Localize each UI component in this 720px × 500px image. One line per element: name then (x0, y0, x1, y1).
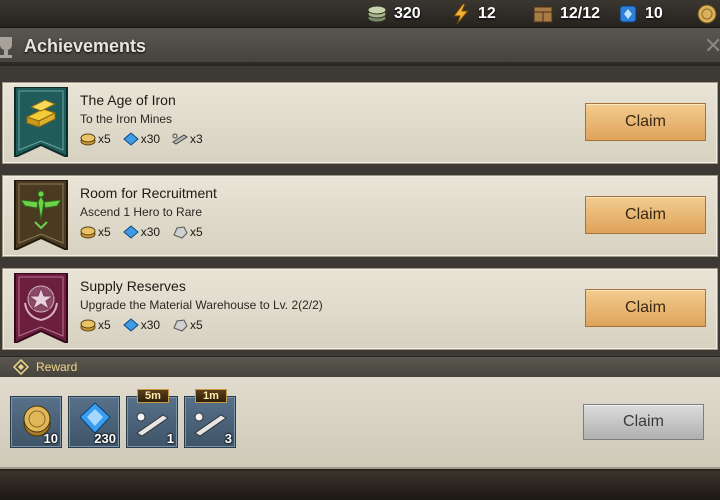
reward-header: Reward (0, 357, 720, 377)
speedup-icon (172, 132, 188, 146)
speedup-icon (133, 407, 171, 446)
trophy-icon (0, 34, 16, 60)
achievement-description: To the Iron Mines (80, 112, 173, 126)
reward-diamond-icon (12, 358, 30, 376)
stone-icon (172, 318, 188, 332)
reward-quantity: 3 (224, 431, 232, 446)
reward-stone: x5 (172, 318, 203, 332)
reward-quantity: 230 (94, 431, 116, 446)
resource-gems[interactable]: 10 (617, 3, 663, 25)
reward-stone: x5 (172, 225, 203, 239)
claim-button[interactable]: Claim (585, 196, 706, 234)
reward-item-speedup-5m[interactable]: 5m 1 (126, 389, 178, 448)
claim-all-button[interactable]: Claim (583, 404, 704, 440)
eagle-icon (13, 179, 69, 252)
achievement-title: Room for Recruitment (80, 185, 217, 201)
claim-button[interactable]: Claim (585, 289, 706, 327)
coin-icon (80, 225, 96, 239)
crates-value: 12/12 (560, 5, 601, 22)
reward-gems: x30 (122, 318, 160, 332)
reward-coins: x5 (80, 225, 111, 239)
reward-item-speedup-1m[interactable]: 1m 3 (184, 389, 236, 448)
coin-icon (80, 132, 96, 146)
gems-value: 10 (645, 5, 663, 22)
resource-energy[interactable]: 12 (450, 3, 496, 25)
achievement-description: Upgrade the Material Warehouse to Lv. 2(… (80, 298, 323, 312)
gem-icon (122, 132, 139, 146)
reward-item-gems[interactable]: 230 (68, 396, 120, 448)
gold-coin-icon (696, 3, 718, 25)
duration-tag: 5m (137, 389, 169, 403)
resource-gold[interactable] (696, 3, 718, 25)
coin-icon (80, 318, 96, 332)
gem-icon (617, 3, 639, 25)
reward-coins: x5 (80, 318, 111, 332)
achievement-title: Supply Reserves (80, 278, 186, 294)
reward-coins: x5 (80, 132, 111, 146)
reward-gems: x30 (122, 225, 160, 239)
gem-icon (122, 225, 139, 239)
reward-quantity: 10 (43, 431, 58, 446)
stone-icon (172, 225, 188, 239)
gem-icon (122, 318, 139, 332)
achievement-rewards: x5 x30 x3 (80, 132, 203, 146)
gold-bars-icon (13, 86, 69, 159)
achievement-card-supply-reserves: Supply Reserves Upgrade the Material War… (2, 268, 718, 350)
achievement-rewards: x5 x30 x5 (80, 318, 203, 332)
achievement-card-room-for-recruitment: Room for Recruitment Ascend 1 Hero to Ra… (2, 175, 718, 257)
achievement-card-age-of-iron: The Age of Iron To the Iron Mines x5 x30… (2, 82, 718, 164)
background-strip (0, 471, 720, 500)
energy-value: 12 (478, 5, 496, 22)
reward-gems: x30 (122, 132, 160, 146)
speedup-icon (191, 407, 229, 446)
resource-bar: 320 12 12/12 10 (0, 0, 720, 28)
claim-button[interactable]: Claim (585, 103, 706, 141)
achievement-rewards: x5 x30 x5 (80, 225, 203, 239)
achievement-list: The Age of Iron To the Iron Mines x5 x30… (0, 66, 720, 356)
coins-value: 320 (394, 5, 421, 22)
crate-icon (532, 3, 554, 25)
achievement-title: The Age of Iron (80, 92, 176, 108)
duration-tag: 1m (195, 389, 227, 403)
lightning-icon (450, 3, 472, 25)
reward-quantity: 1 (166, 431, 174, 446)
page-title: Achievements (24, 36, 147, 56)
achievements-header: Achievements ✕ (0, 28, 720, 64)
reward-panel: 10 230 5m 1 1m 3 Claim (0, 377, 720, 469)
reward-label: Reward (36, 360, 78, 374)
achievement-description: Ascend 1 Hero to Rare (80, 205, 203, 219)
coin-stack-icon (366, 3, 388, 25)
reward-speedup: x3 (172, 132, 203, 146)
resource-coins[interactable]: 320 (366, 3, 421, 25)
close-icon[interactable]: ✕ (704, 35, 720, 57)
star-laurel-icon (13, 272, 69, 345)
resource-crates[interactable]: 12/12 (532, 3, 600, 25)
reward-item-coins[interactable]: 10 (10, 396, 62, 448)
